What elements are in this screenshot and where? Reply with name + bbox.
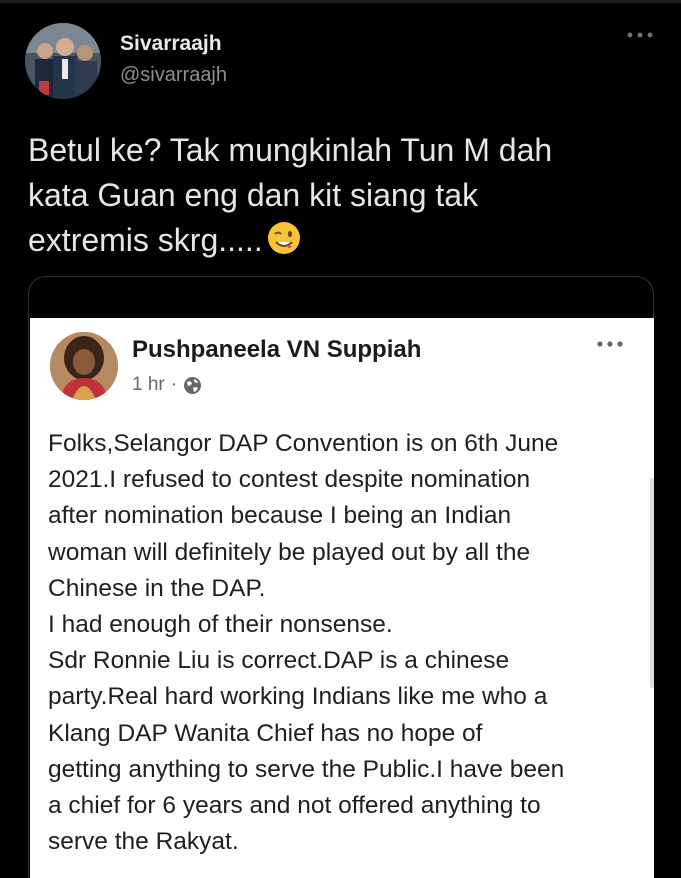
tweet-header: Sivarraajh @sivarraajh [22, 20, 662, 100]
author-handle[interactable]: @sivarraajh [120, 64, 227, 87]
author-avatar[interactable] [25, 23, 101, 99]
tweet-text-line: kata Guan eng dan kit siang tak [28, 177, 479, 213]
post-body-line: woman will definitely be played out by a… [48, 538, 531, 566]
post-body-line: Folks,Selangor DAP Convention is on 6th … [48, 430, 559, 457]
embedded-facebook-post: Pushpaneela VN Suppiah 1 hr · Folks,Sela… [30, 318, 654, 878]
scrollbar[interactable] [650, 478, 654, 688]
more-horizontal-icon[interactable] [592, 334, 628, 354]
post-body-line: Klang DAP Wanita Chief has no hope of [48, 719, 483, 747]
post-author-name: Pushpaneela VN Suppiah [132, 336, 422, 363]
post-body-line: serve the Rakyat. [48, 828, 239, 856]
post-author-avatar [50, 332, 118, 400]
top-divider [0, 0, 681, 3]
post-meta: 1 hr · [132, 374, 202, 396]
tweet-text: Betul ke? Tak mungkinlah Tun M dah kata … [28, 128, 648, 263]
globe-icon [183, 376, 202, 395]
tweet-text-line: extremis skrg..... [28, 218, 648, 263]
post-body-line: after nomination because I being an Indi… [48, 502, 512, 530]
user-photo-avatar-icon [50, 332, 118, 400]
post-timestamp: 1 hr [132, 374, 165, 395]
post-body-line: getting anything to serve the Public.I h… [48, 755, 565, 783]
post-body-line: 2021.I refused to contest despite nomina… [48, 466, 531, 494]
tweet-text-line: Betul ke? Tak mungkinlah Tun M dah [28, 132, 553, 168]
post-body-line: Chinese in the DAP. [48, 574, 266, 602]
meta-separator: · [170, 374, 178, 395]
post-body-line: Sdr Ronnie Liu is correct.DAP is a chine… [48, 647, 510, 675]
tweet-screenshot: Sivarraajh @sivarraajh Betul ke? Tak mun… [0, 0, 681, 878]
post-body-line: a chief for 6 years and not offered anyt… [48, 792, 541, 820]
post-body-line: I had enough of their nonsense. [48, 611, 393, 639]
winking-face-emoji-icon [267, 221, 301, 255]
more-horizontal-icon[interactable] [624, 28, 656, 52]
post-body-line: party.Real hard working Indians like me … [48, 683, 548, 711]
post-body: Folks,Selangor DAP Convention is on 6th … [48, 426, 648, 860]
user-photo-avatar-icon [25, 23, 101, 99]
author-display-name[interactable]: Sivarraajh [120, 32, 222, 56]
tweet-text-line-content: extremis skrg..... [28, 222, 263, 258]
